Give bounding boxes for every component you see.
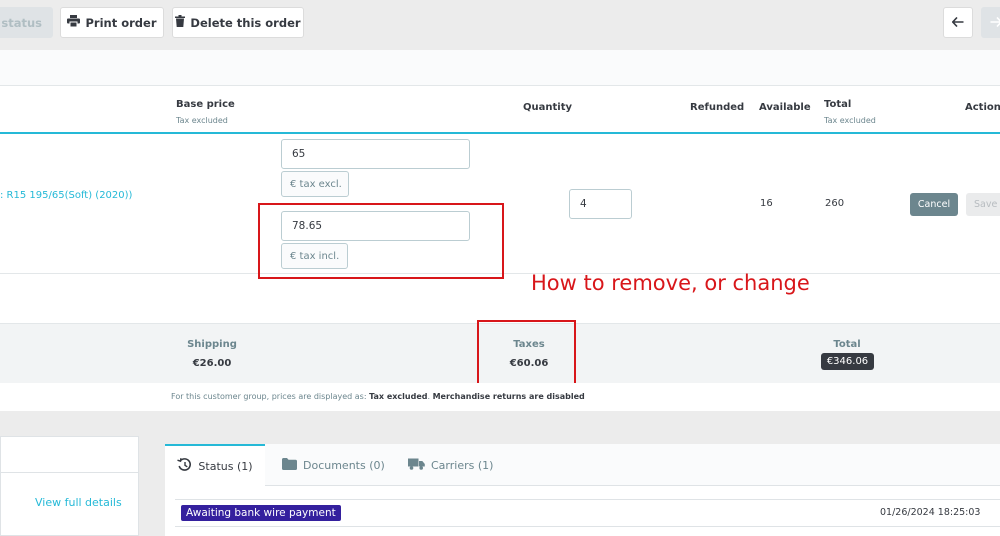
cancel-button[interactable]: Cancel bbox=[910, 193, 958, 216]
total-badge: €346.06 bbox=[821, 353, 874, 370]
print-icon bbox=[67, 15, 81, 30]
tax-excl-addon: € tax excl. bbox=[281, 171, 349, 197]
history-icon bbox=[177, 457, 192, 475]
header-available: Available bbox=[759, 102, 811, 113]
annotation-text: How to remove, or change bbox=[531, 271, 810, 295]
table-header-row bbox=[0, 86, 1000, 134]
header-base-price: Base price bbox=[176, 99, 235, 110]
header-refunded: Refunded bbox=[690, 102, 745, 113]
next-order-button[interactable] bbox=[981, 7, 1000, 38]
tab-status[interactable]: Status (1) bbox=[165, 444, 265, 486]
arrow-right-icon bbox=[990, 16, 1000, 30]
annotation-box-taxes bbox=[477, 320, 576, 388]
tab-documents[interactable]: Documents (0) bbox=[282, 444, 385, 486]
customer-panel-header bbox=[1, 437, 138, 473]
cancel-label: Cancel bbox=[917, 199, 951, 210]
status-date: 01/26/2024 18:25:03 bbox=[880, 507, 981, 518]
header-total-sub: Tax excluded bbox=[824, 116, 876, 125]
change-status-button[interactable]: e status bbox=[0, 7, 53, 38]
price-tax-excl-input[interactable]: 65 bbox=[281, 139, 470, 169]
customer-panel bbox=[0, 436, 139, 536]
annotation-box-tax-incl bbox=[258, 203, 504, 279]
quantity-input[interactable]: 4 bbox=[569, 189, 632, 219]
trash-icon bbox=[175, 15, 186, 30]
total-badge-value: €346.06 bbox=[826, 356, 869, 367]
arrow-left-icon bbox=[951, 16, 964, 30]
print-order-label: Print order bbox=[85, 15, 157, 30]
delete-order-button[interactable]: Delete this order bbox=[172, 7, 304, 38]
total-label: Total bbox=[833, 339, 861, 350]
total-value: 260 bbox=[825, 198, 845, 209]
delete-order-label: Delete this order bbox=[190, 15, 301, 30]
header-quantity: Quantity bbox=[523, 102, 572, 113]
view-full-details-link[interactable]: View full details bbox=[35, 496, 122, 509]
available-value: 16 bbox=[760, 198, 773, 209]
tab-carriers-label: Carriers (1) bbox=[431, 458, 494, 472]
tab-carriers[interactable]: Carriers (1) bbox=[408, 444, 493, 486]
header-actions: Actions bbox=[965, 102, 1000, 113]
note-tax-mode: Tax excluded bbox=[369, 392, 428, 401]
change-status-label: e status bbox=[0, 15, 42, 30]
product-name-link[interactable]: : R15 195/65(Soft) (2020)) bbox=[0, 190, 132, 201]
note-returns: Merchandise returns are disabled bbox=[432, 392, 585, 401]
folder-icon bbox=[282, 457, 297, 473]
note-prefix: For this customer group, prices are disp… bbox=[171, 392, 370, 401]
price-display-note: For this customer group, prices are disp… bbox=[171, 392, 585, 401]
print-order-button[interactable]: Print order bbox=[60, 7, 164, 38]
header-total: Total bbox=[824, 99, 852, 110]
truck-icon bbox=[408, 458, 425, 473]
header-base-price-sub: Tax excluded bbox=[176, 116, 228, 125]
save-label: Save bbox=[974, 199, 998, 210]
save-button[interactable]: Save bbox=[966, 193, 1000, 216]
shipping-label: Shipping bbox=[187, 339, 237, 350]
shipping-value: €26.00 bbox=[192, 358, 232, 369]
tab-status-label: Status (1) bbox=[198, 459, 253, 473]
previous-order-button[interactable] bbox=[943, 7, 973, 38]
tab-documents-label: Documents (0) bbox=[303, 458, 385, 472]
products-card-header bbox=[0, 50, 1000, 86]
status-badge: Awaiting bank wire payment bbox=[181, 505, 341, 521]
